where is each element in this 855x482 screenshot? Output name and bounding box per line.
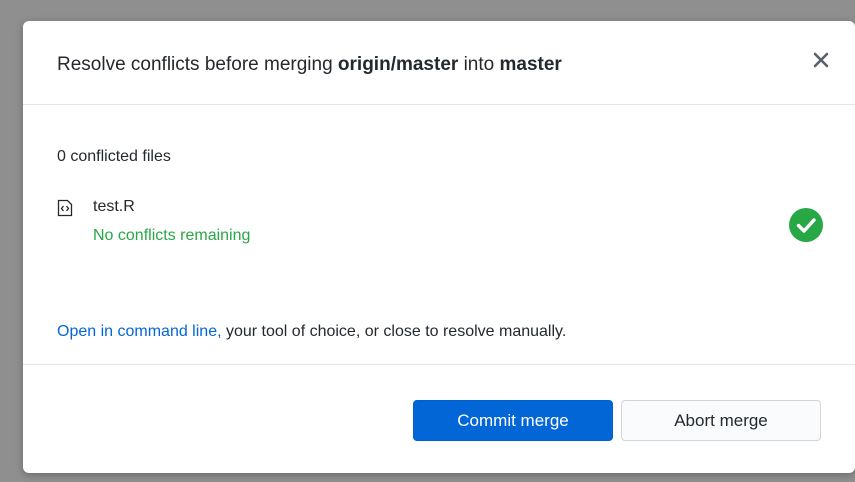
merge-conflicts-dialog: Resolve conflicts before merging origin/… xyxy=(23,21,855,473)
target-branch: master xyxy=(499,54,562,75)
open-in-command-line-link[interactable]: Open in command line, xyxy=(57,323,222,340)
conflicted-files-count: 0 conflicted files xyxy=(57,148,171,165)
dialog-footer: Commit merge Abort merge xyxy=(23,364,855,473)
file-list-item: test.R No conflicts remaining xyxy=(57,198,823,254)
dialog-header: Resolve conflicts before merging origin/… xyxy=(23,21,855,105)
resolve-hint: Open in command line, your tool of choic… xyxy=(57,323,566,341)
dialog-title: Resolve conflicts before merging origin/… xyxy=(57,54,562,76)
dialog-body: 0 conflicted files test.R No conflicts r… xyxy=(23,106,855,364)
file-status: No conflicts remaining xyxy=(93,227,251,244)
file-name: test.R xyxy=(93,198,135,215)
title-middle: into xyxy=(458,54,500,75)
commit-merge-button[interactable]: Commit merge xyxy=(413,400,613,441)
source-branch: origin/master xyxy=(337,54,459,75)
close-icon xyxy=(813,52,829,68)
check-circle-icon xyxy=(789,208,823,242)
abort-merge-button[interactable]: Abort merge xyxy=(621,400,821,441)
close-button[interactable] xyxy=(811,50,831,70)
title-prefix: Resolve conflicts before merging xyxy=(57,54,338,75)
code-file-icon xyxy=(57,199,73,217)
hint-text: your tool of choice, or close to resolve… xyxy=(221,323,567,340)
